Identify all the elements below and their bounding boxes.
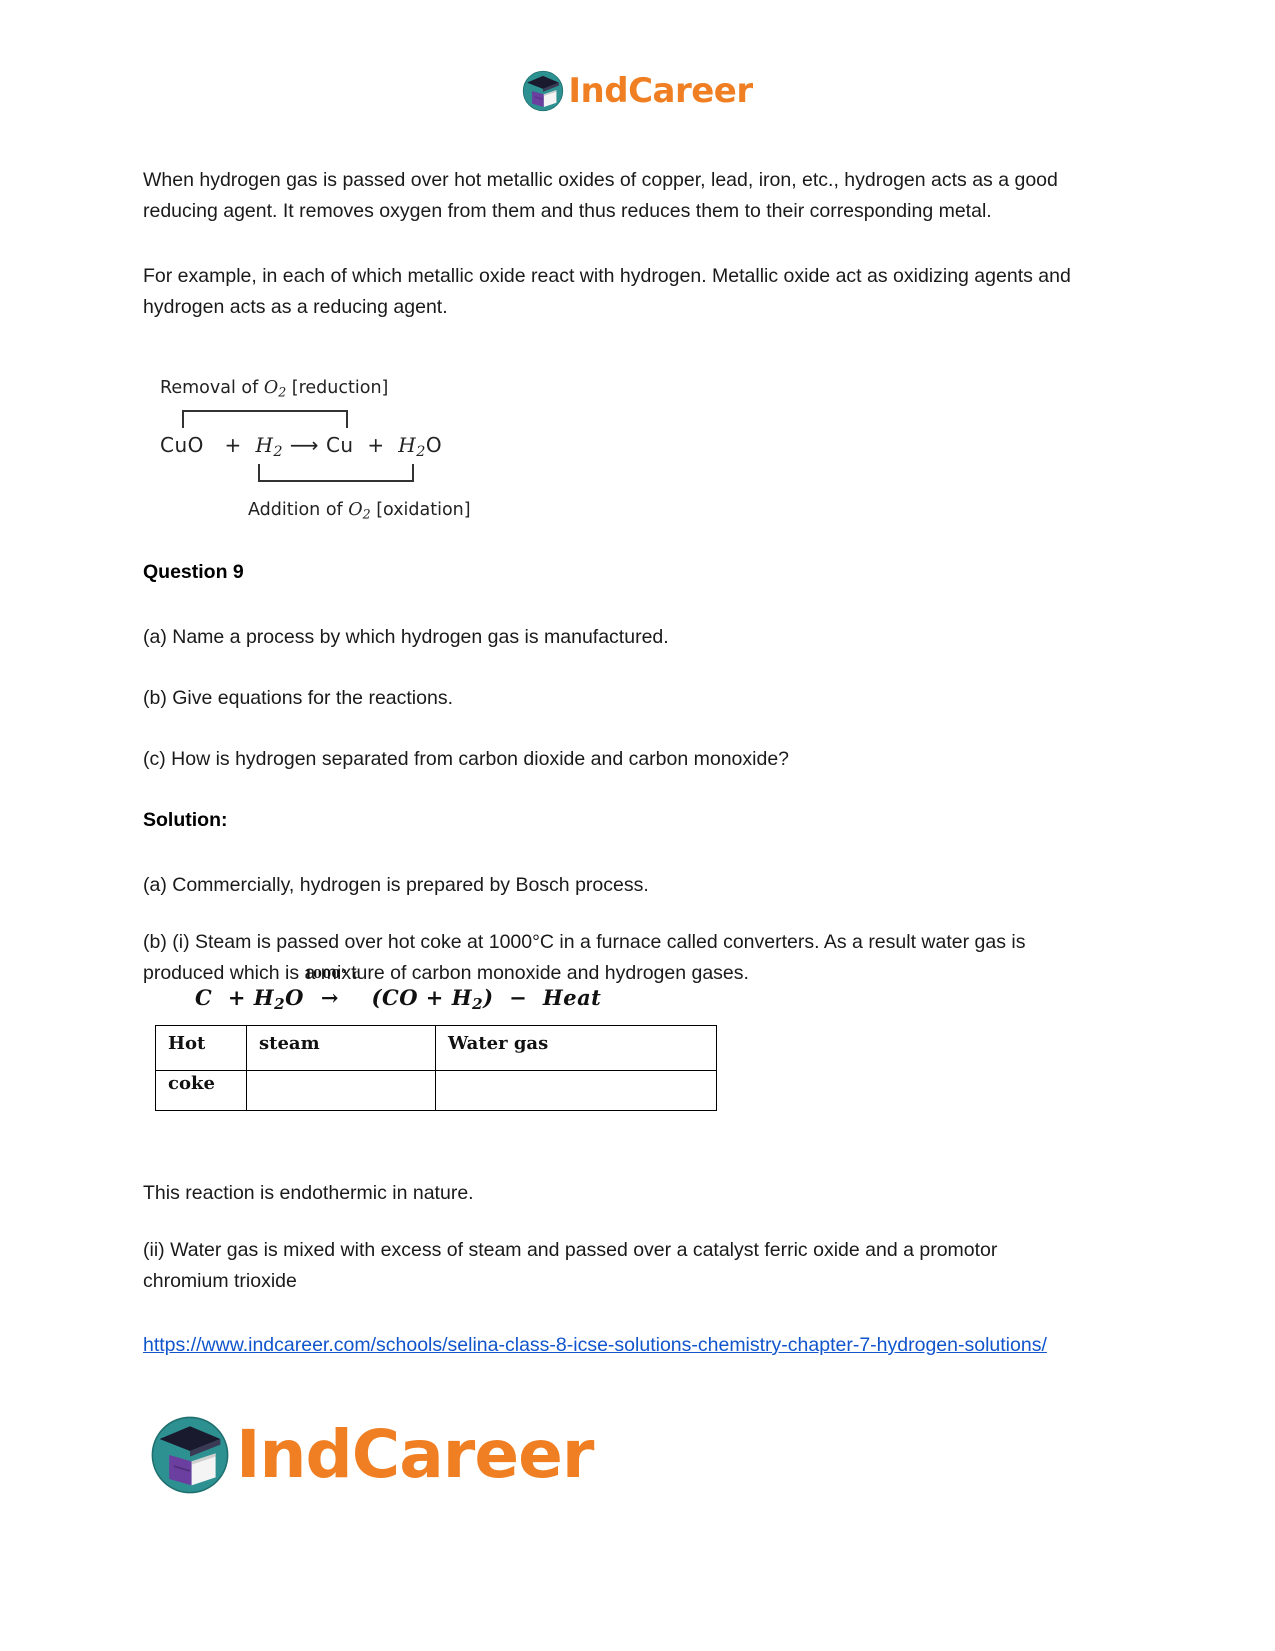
redox-reactant-h2: H2 [255,433,284,461]
header-brand-logo: IndCareer [0,70,1275,112]
wg-heat-label: Heat [542,985,602,1010]
table-row: coke [155,1070,717,1111]
wg-h2o-tail: O [285,985,304,1010]
wg-reactant-h2o: H2O [253,985,304,1014]
table-cell-water-gas: Water gas [435,1025,717,1071]
document-content: When hydrogen gas is passed over hot met… [143,165,1075,1331]
solution-answer-b-ii: (ii) Water gas is mixed with excess of s… [143,1239,998,1292]
footer-brand-logo: IndCareer [150,1415,594,1495]
redox-h2o-tail: O [425,433,443,457]
wg-h2o-sub: 2 [274,995,286,1014]
water-gas-label-table: Hot steam Water gas coke [155,1025,717,1111]
footer-brand-word-career: Career [351,1416,595,1493]
question-item-a: (a) Name a process by which hydrogen gas… [143,626,669,648]
table-row: Hot steam Water gas [155,1025,717,1071]
water-gas-reaction-figure: C + H2O 1000° c → (CO + H2) − Heat Hot ste… [155,966,717,1111]
document-page: IndCareer When hydrogen gas is passed ov… [0,0,1275,1651]
footer-brand-wordmark: IndCareer [236,1422,594,1488]
redox-reaction-figure: Removal of O2 [reduction] CuO + H2 ⟶ Cu … [160,378,520,528]
wg-product-sub: 2 [472,995,484,1014]
wg-minus-sign: − [509,985,528,1010]
reduction-label-suffix: [reduction] [286,378,389,398]
brand-wordmark: IndCareer [568,71,753,111]
table-cell-hot: Hot [155,1025,247,1071]
source-url-link[interactable]: https://www.indcareer.com/schools/selina… [143,1334,1047,1356]
oxidation-label-prefix: Addition of [248,500,349,520]
question-item-b: (b) Give equations for the reactions. [143,687,453,709]
redox-h2o-sub: 2 [416,444,426,461]
redox-plus-2: + [367,433,385,457]
table-cell-empty-2 [435,1070,717,1111]
oxidation-label-formula: O2 [348,500,371,522]
footer-brand-word-ind: Ind [236,1416,353,1493]
redox-equation: CuO + H2 ⟶ Cu + H2O [160,433,442,460]
wg-arrow-icon: → [320,985,339,1010]
oxidation-label-suffix: [oxidation] [370,500,471,520]
redox-product-h2o: H2 [398,433,426,461]
oxidation-bracket [258,464,414,482]
solution-answer-b-i: (b) (i) Steam is passed over hot coke at… [143,931,1026,984]
brand-word-career: Career [628,71,753,111]
redox-product-cu: Cu [325,433,354,457]
redox-arrow-icon: ⟶ [289,433,320,457]
graduation-cap-book-icon [150,1415,230,1495]
wg-reactant-c: C [195,985,213,1010]
intro-paragraph-2: For example, in each of which metallic o… [143,265,1071,318]
intro-paragraph-1: When hydrogen gas is passed over hot met… [143,169,1058,222]
reduction-formula-base: O [263,378,279,398]
wg-h2o-base: H [253,985,275,1010]
wg-arrow-group: 1000° c → [304,966,360,1010]
redox-plus-1: + [224,433,242,457]
reduction-label-formula: O2 [263,378,286,400]
water-gas-equation: C + H2O 1000° c → (CO + H2) − Heat [195,966,602,1014]
table-cell-coke: coke [155,1070,247,1111]
wg-product-group: (CO + H2) [371,985,494,1014]
solution-heading: Solution: [143,809,228,831]
wg-plus-1: + [227,985,246,1010]
source-url[interactable]: https://www.indcareer.com/schools/selina… [143,1330,1075,1361]
oxidation-formula-sub: 2 [362,506,371,522]
redox-h2-base: H [255,433,274,457]
redox-h2-sub: 2 [273,444,284,461]
reduction-label: Removal of O2 [reduction] [160,378,388,400]
table-cell-steam: steam [246,1025,436,1071]
redox-reactant-cuo: CuO [160,433,204,457]
redox-h2o-base: H [398,433,417,457]
wg-product-tail: ) [483,985,494,1010]
question-heading: Question 9 [143,561,244,583]
reduction-bracket [182,410,348,428]
wg-product-base: (CO + H [371,985,473,1010]
solution-answer-a: (a) Commercially, hydrogen is prepared b… [143,874,649,896]
table-cell-empty-1 [246,1070,436,1111]
oxidation-formula-base: O [348,500,363,520]
graduation-cap-book-icon [522,70,564,112]
oxidation-label: Addition of O2 [oxidation] [248,500,471,522]
question-item-c: (c) How is hydrogen separated from carbo… [143,748,790,770]
reduction-label-prefix: Removal of [160,378,264,398]
wg-temperature-condition: 1000° c [303,966,361,981]
brand-word-ind: Ind [568,71,629,111]
endothermic-note: This reaction is endothermic in nature. [143,1182,474,1204]
